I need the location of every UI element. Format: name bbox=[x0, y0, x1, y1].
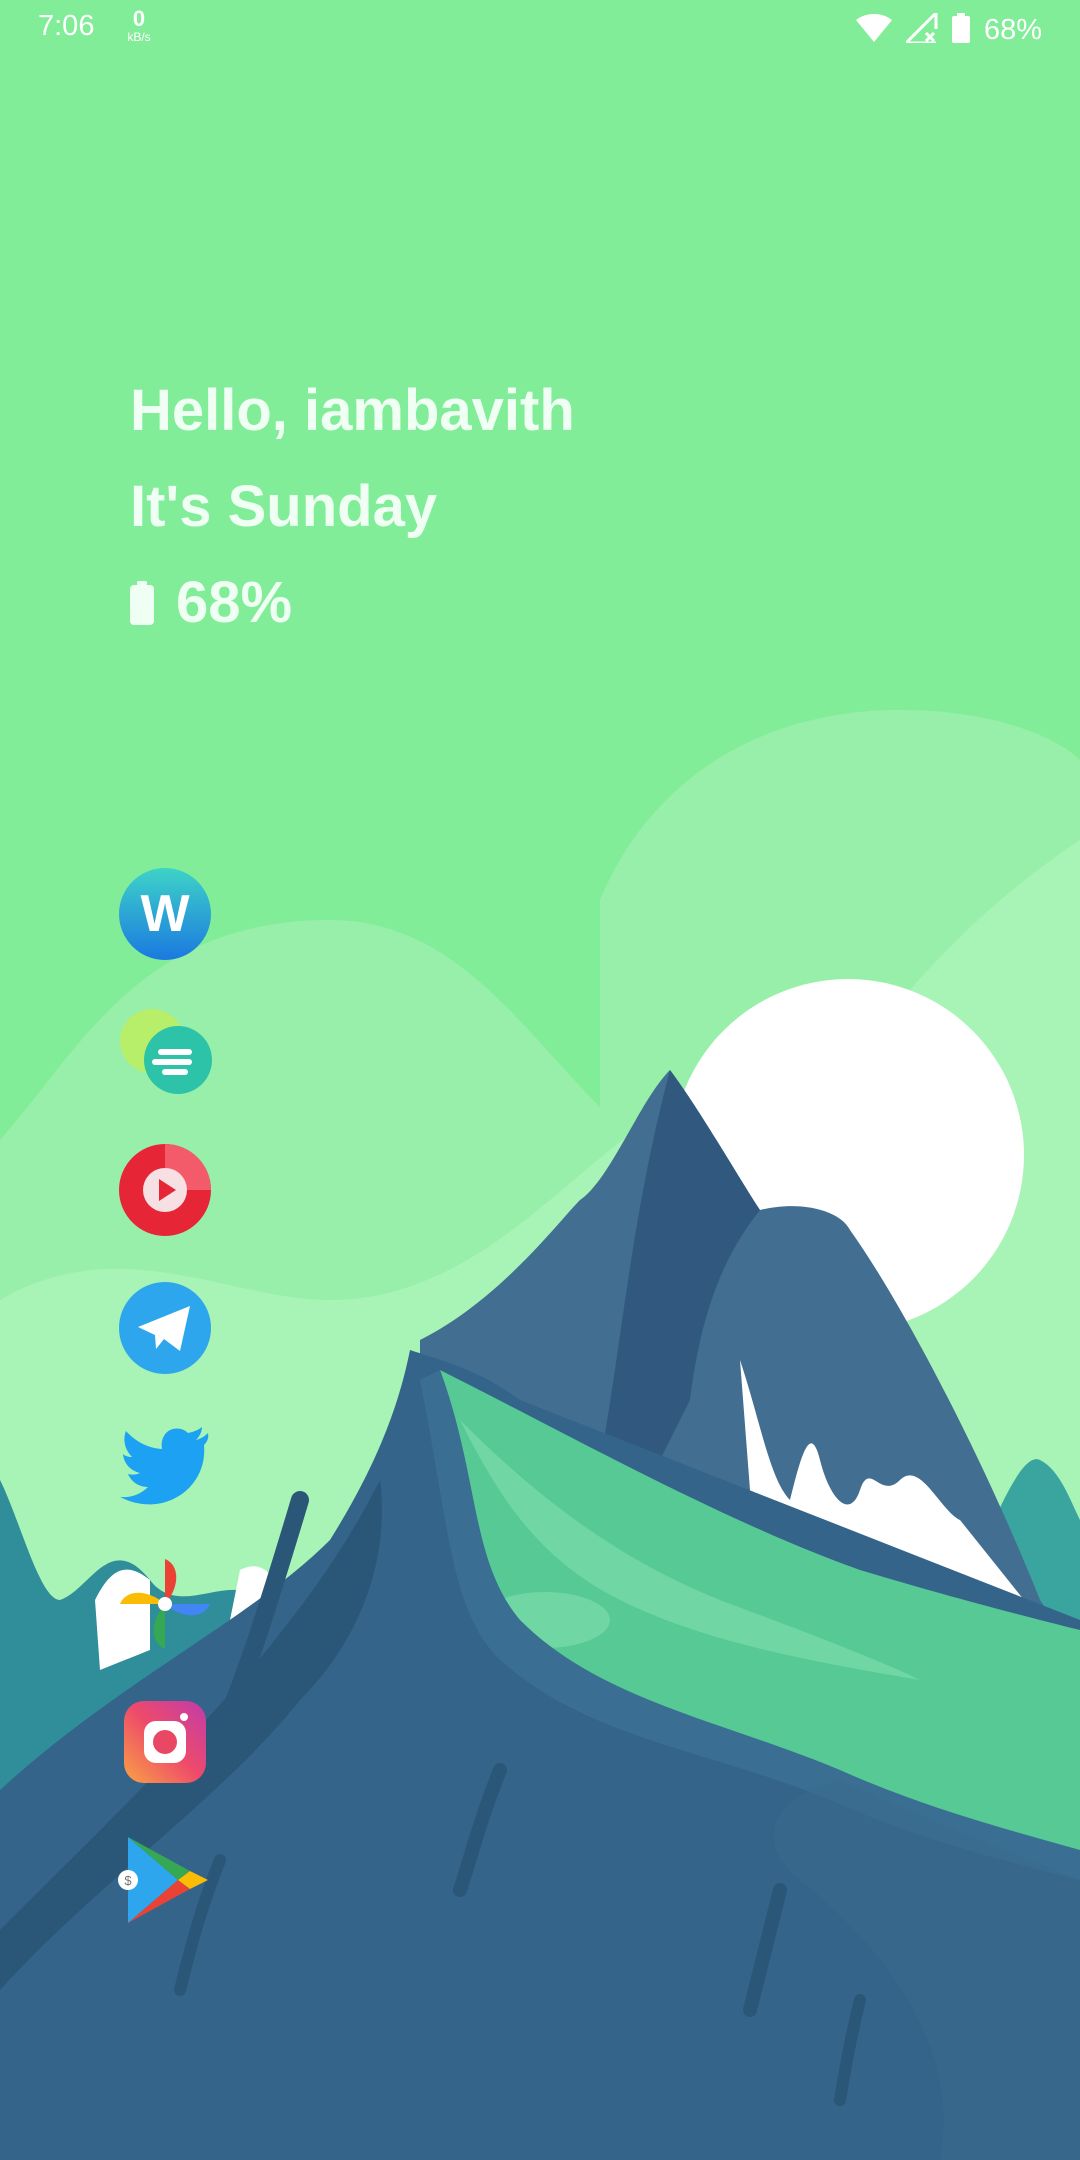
music-player-icon[interactable] bbox=[118, 1143, 212, 1237]
battery-icon bbox=[951, 13, 970, 47]
twitter-icon[interactable] bbox=[118, 1419, 212, 1513]
messages-icon[interactable] bbox=[118, 1005, 212, 1099]
svg-text:W: W bbox=[140, 885, 190, 943]
day-text: It's Sunday bbox=[130, 474, 438, 539]
battery-percent: 68% bbox=[983, 13, 1042, 46]
instagram-icon[interactable] bbox=[118, 1695, 212, 1789]
network-speed: 0 kB/s bbox=[122, 6, 156, 45]
status-time: 7:06 bbox=[38, 10, 95, 42]
widget-battery-icon bbox=[130, 581, 154, 625]
status-icons: 68% bbox=[855, 9, 1042, 50]
wattpad-icon[interactable]: W bbox=[118, 867, 212, 961]
widget-battery-text: 68% bbox=[176, 570, 293, 635]
status-bar: 7:06 0 kB/s 68% bbox=[0, 0, 1080, 60]
no-signal-icon bbox=[904, 9, 938, 47]
widget-battery: 68% bbox=[130, 572, 292, 634]
svg-text:$: $ bbox=[124, 1873, 132, 1888]
network-speed-value: 0 bbox=[132, 6, 146, 31]
greeting-text: Hello, iambavith bbox=[130, 378, 575, 443]
network-speed-unit: kB/s bbox=[127, 30, 151, 44]
play-store-icon[interactable]: $ bbox=[118, 1833, 212, 1927]
pinwheel-icon[interactable] bbox=[118, 1557, 212, 1651]
telegram-icon[interactable] bbox=[118, 1281, 212, 1375]
wifi-icon bbox=[855, 14, 892, 46]
